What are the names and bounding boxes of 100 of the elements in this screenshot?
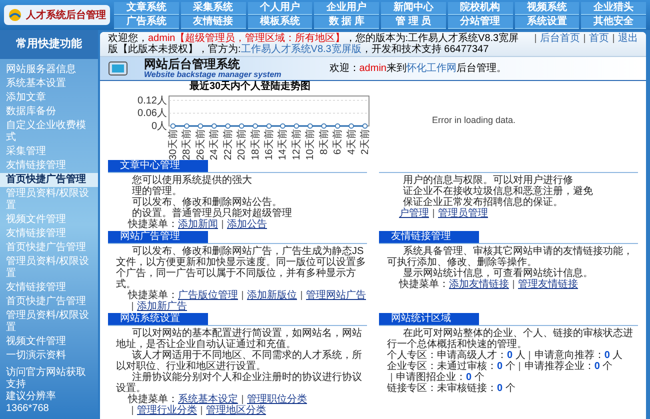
section-heading: 网站统计区域 bbox=[379, 313, 479, 325]
quick-link[interactable]: 管理友情链接 bbox=[518, 279, 578, 290]
x-tick-label: 16天前 bbox=[263, 129, 275, 160]
sidebar-footer-text: 建议分辨率 1366*768 bbox=[6, 391, 57, 415]
top-link[interactable]: 后台首页 bbox=[540, 33, 580, 44]
quick-link[interactable]: 添加友情链接 bbox=[449, 279, 509, 290]
sidebar-item[interactable]: 数据库备份 bbox=[0, 104, 98, 118]
nav-tab[interactable]: 视频系统 bbox=[514, 2, 580, 14]
x-tick-label: 22天前 bbox=[222, 129, 234, 160]
error-message: Error in loading data. bbox=[432, 114, 516, 127]
nav-tab[interactable]: 管 理 员 bbox=[381, 16, 446, 28]
quick-link[interactable]: 添加新广告 bbox=[137, 301, 187, 312]
section-text: 可以发布、修改和删除网站公告。 bbox=[131, 197, 283, 208]
section-text: 该人才网适用于不同地区、不同需求的人才系统，所以对职位、行业和地区进行设置。 bbox=[116, 350, 363, 372]
sidebar-item[interactable]: 管理员资料/权限设置 bbox=[0, 308, 98, 334]
nav-tab[interactable]: 数 据 库 bbox=[314, 16, 379, 28]
stat-label: 企业专区： bbox=[387, 361, 437, 372]
x-tick-label: 2天前 bbox=[359, 129, 371, 155]
sidebar-item[interactable]: 自定义企业收费模式 bbox=[0, 118, 98, 144]
section-text: 证企业不在接收垃圾信息和恶意注册，避免 bbox=[402, 186, 594, 197]
quick-menu-label: 快捷菜单： bbox=[399, 279, 449, 290]
x-tick-label: 6天前 bbox=[332, 129, 344, 155]
sidebar-item[interactable]: 一切演示资料 bbox=[0, 348, 98, 362]
section-heading: 文章中心管理 bbox=[108, 160, 208, 172]
quick-link[interactable]: 广告版位管理 bbox=[178, 290, 238, 301]
nav-tab[interactable]: 企业用户 bbox=[314, 2, 379, 14]
quick-link[interactable]: 管理职位分类 bbox=[247, 394, 307, 405]
x-tick-label: 26天前 bbox=[194, 129, 206, 160]
sidebar-item[interactable]: 首页快捷广告管理 bbox=[0, 240, 98, 254]
nav-tab[interactable]: 系统设置 bbox=[514, 16, 580, 28]
section-text: 可以对网站的基本配置进行简设置，如网站名，网站地址，是否让企业自动认证通过和充值。 bbox=[116, 328, 363, 350]
info-text: 欢迎您，admin【超级管理员，管理区域：所有地区】，您的版本为:工作易人才系统V8.3宽屏版【此版本未授权】，官方为:工作易人才系统V8.3宽屏版，开发和技术支持 66477347 bbox=[108, 33, 520, 55]
section-text: 保证企业正常发布招聘信息的保证。 bbox=[403, 197, 564, 208]
section-text: 用户的信息与权限。可以对用户进行修 bbox=[402, 175, 574, 186]
sidebar-item[interactable]: 系统基本设置 bbox=[0, 76, 98, 90]
sidebar-item[interactable]: 添加文章 bbox=[0, 90, 98, 104]
y-tick-label: 0.06人 bbox=[138, 108, 167, 120]
system-subtitle: Website backstage manager system bbox=[144, 70, 282, 79]
x-tick-label: 18天前 bbox=[249, 129, 262, 160]
sidebar-item[interactable]: 首页快捷广告管理 bbox=[0, 294, 98, 308]
nav-tab[interactable]: 友情链接 bbox=[180, 16, 246, 28]
nav-tab[interactable]: 新闻中心 bbox=[381, 2, 446, 14]
top-link[interactable]: 首页 bbox=[589, 33, 609, 44]
nav-tab[interactable]: 广告系统 bbox=[114, 16, 179, 28]
sidebar-footer-text: 访问官方网站获取支持 bbox=[6, 367, 87, 390]
section-text: 注册协议能分别对个人和企业注册时的协议进行协议设置。 bbox=[116, 372, 363, 394]
nav-tab[interactable]: 院校机构 bbox=[448, 2, 512, 14]
nav-tab[interactable]: 其他安全 bbox=[581, 16, 646, 28]
x-tick-label: 14天前 bbox=[276, 129, 289, 160]
chart-title: 最近30天内个人登陆走势图 bbox=[189, 81, 311, 92]
section-heading: 网站广告管理 bbox=[108, 231, 208, 243]
stat-text: 未通过审核：0 个 bbox=[437, 361, 516, 372]
nav-tab[interactable]: 文章系统 bbox=[114, 2, 179, 14]
quick-link[interactable]: 管理行业分类 bbox=[137, 405, 197, 416]
x-tick-label: 12天前 bbox=[290, 129, 302, 160]
stat-text: 申请图招企业：0 个 bbox=[396, 372, 484, 383]
nav-tab[interactable]: 企业猎头 bbox=[581, 2, 646, 14]
sidebar-item[interactable]: 管理员资料/权限设置 bbox=[0, 186, 98, 212]
quick-link[interactable]: 户管理 bbox=[399, 208, 429, 219]
stat-text: 申请推荐企业：0 个 bbox=[524, 361, 613, 372]
stat-text: 未审核链接：0 个 bbox=[437, 383, 516, 394]
section-text: 理的管理。 bbox=[131, 186, 183, 197]
sidebar-item[interactable]: 友情链接管理 bbox=[0, 226, 98, 240]
sidebar-item[interactable]: 视频文件管理 bbox=[0, 212, 98, 226]
quick-link[interactable]: 管理网站广告 bbox=[306, 290, 366, 301]
quick-link[interactable]: 系统基本设定 bbox=[178, 394, 238, 405]
quick-menu-label: 快捷菜单： bbox=[128, 394, 178, 405]
quick-link[interactable]: 管理员管理 bbox=[438, 208, 488, 219]
quick-link[interactable]: 管理地区分类 bbox=[206, 405, 266, 416]
text-link[interactable]: 工作易人才系统V8.3宽屏版 bbox=[240, 44, 362, 55]
section-heading: 友情链接管理 bbox=[379, 231, 479, 243]
section-text: 可以发布、修改和删除网站广告，广告生成为静态JS文件，以方便更新和加快显示速度。同一版位可以设置多个广告，同一广告可以属于不同版位，并有多种显示方式。 bbox=[116, 246, 367, 290]
quick-link[interactable]: 添加新版位 bbox=[247, 290, 297, 301]
x-tick-label: 4天前 bbox=[345, 129, 358, 155]
quick-menu-label: 快捷菜单： bbox=[128, 290, 178, 301]
sidebar-item[interactable]: 友情链接管理 bbox=[0, 280, 98, 294]
text-link[interactable]: 怀化工作网 bbox=[406, 63, 456, 74]
section-text: 您可以使用系统提供的强大 bbox=[131, 175, 253, 186]
sidebar-title: 常用快捷功能 bbox=[0, 30, 98, 58]
logo: 人才系统后台管理 bbox=[4, 5, 110, 25]
quick-link[interactable]: 添加公告 bbox=[227, 219, 267, 230]
sidebar-item[interactable]: 友情链接管理 bbox=[0, 158, 98, 172]
logo-icon bbox=[8, 8, 22, 22]
x-tick-label: 20天前 bbox=[236, 129, 248, 160]
stat-label: 链接专区： bbox=[387, 383, 437, 394]
x-tick-label: 24天前 bbox=[208, 129, 220, 160]
nav-tab[interactable]: 采集系统 bbox=[180, 2, 246, 14]
section-text: 在此可对网站整体的企业、个人、链接的审核状态进行一个总体概括和快速的管理。 bbox=[387, 328, 634, 350]
screen-icon bbox=[108, 60, 128, 76]
quick-link[interactable]: 添加新闻 bbox=[178, 219, 218, 230]
section-heading: 网站系统设置 bbox=[108, 313, 208, 325]
sidebar-item[interactable]: 首页快捷广告管理 bbox=[0, 172, 98, 186]
sidebar-item[interactable]: 网站服务器信息 bbox=[0, 62, 98, 76]
sidebar-item[interactable]: 管理员资料/权限设置 bbox=[0, 254, 98, 280]
sidebar-item[interactable]: 采集管理 bbox=[0, 144, 98, 158]
y-tick-label: 0人 bbox=[151, 121, 167, 132]
sidebar-item[interactable]: 视频文件管理 bbox=[0, 334, 98, 348]
nav-tab[interactable]: 模板系统 bbox=[248, 16, 312, 28]
nav-tab[interactable]: 分站管理 bbox=[448, 16, 512, 28]
top-link[interactable]: 退出 bbox=[618, 33, 638, 44]
